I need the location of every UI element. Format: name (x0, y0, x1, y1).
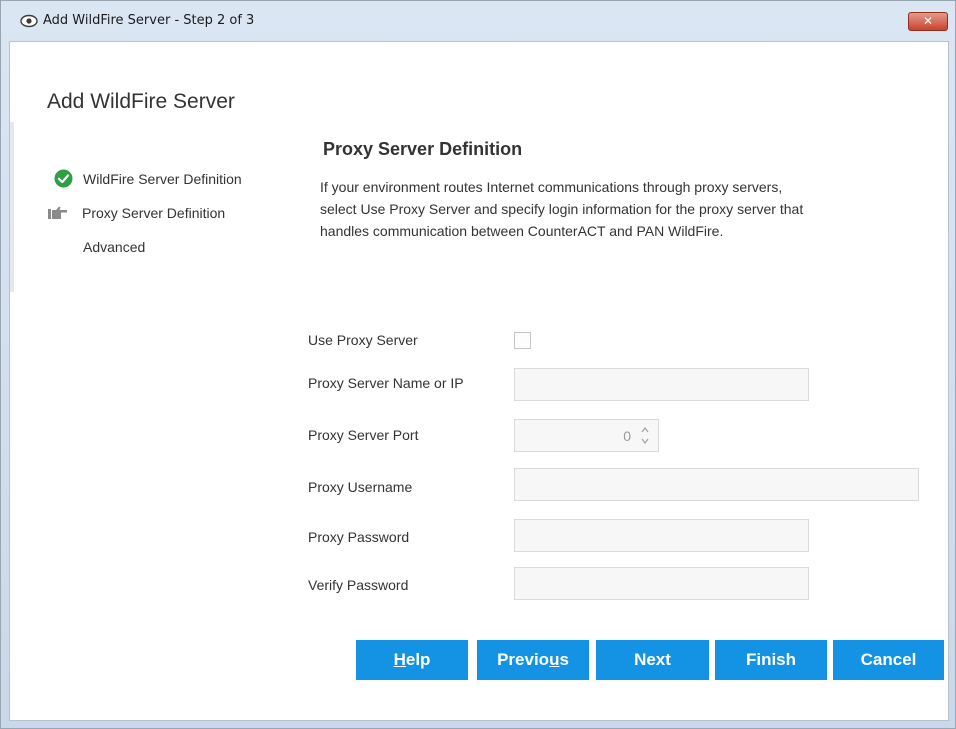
title-bar: Add WildFire Server - Step 2 of 3 ✕ (1, 1, 955, 41)
previous-button-label-post: s (559, 650, 569, 669)
close-button[interactable]: ✕ (908, 12, 948, 31)
next-button[interactable]: Next (596, 640, 709, 680)
wizard-window: Add WildFire Server - Step 2 of 3 ✕ Add … (0, 0, 956, 729)
use-proxy-checkbox[interactable] (514, 332, 531, 349)
description-line: handles communication between CounterACT… (320, 223, 724, 239)
proxy-username-label: Proxy Username (308, 479, 413, 495)
wizard-content: Add WildFire Server WildFire Server Defi… (9, 41, 949, 721)
proxy-server-name-label: Proxy Server Name or IP (308, 375, 464, 391)
step-advanced: Advanced (83, 239, 146, 255)
section-title: Proxy Server Definition (323, 139, 523, 159)
verify-password-label: Verify Password (308, 577, 409, 593)
page-title: Add WildFire Server (47, 90, 235, 113)
description-line: select Use Proxy Server and specify logi… (320, 201, 804, 217)
proxy-server-port-label: Proxy Server Port (308, 427, 419, 443)
help-button-mnemonic: H (393, 650, 406, 669)
proxy-password-input[interactable] (514, 519, 809, 552)
verify-password-input[interactable] (514, 567, 809, 600)
chevron-down-icon[interactable] (640, 436, 650, 446)
window-title: Add WildFire Server - Step 2 of 3 (43, 13, 255, 28)
close-icon: ✕ (922, 14, 934, 28)
previous-button[interactable]: Previous (477, 640, 589, 680)
previous-button-label-pre: Previo (497, 650, 550, 669)
help-button[interactable]: Help (356, 640, 468, 680)
description-line: If your environment routes Internet comm… (320, 179, 783, 195)
steps-divider (10, 122, 14, 292)
proxy-username-input[interactable] (514, 468, 919, 501)
step-proxy-server-definition: Proxy Server Definition (82, 205, 226, 221)
help-button-label-post: elp (405, 650, 431, 669)
check-circle-icon (54, 169, 73, 188)
proxy-server-port-stepper[interactable]: 0 (514, 419, 659, 452)
previous-button-mnemonic: u (549, 650, 560, 669)
step-wildfire-server-definition: WildFire Server Definition (83, 171, 242, 187)
port-value: 0 (623, 428, 631, 444)
proxy-password-label: Proxy Password (308, 529, 410, 545)
eye-icon (20, 14, 38, 28)
use-proxy-label: Use Proxy Server (308, 332, 418, 348)
proxy-server-name-input[interactable] (514, 368, 809, 401)
finish-button[interactable]: Finish (715, 640, 827, 680)
chevron-up-icon[interactable] (640, 425, 650, 435)
section-description: If your environment routes Internet comm… (320, 176, 940, 242)
cancel-button[interactable]: Cancel (833, 640, 944, 680)
thumb-pointer-icon (48, 206, 67, 219)
